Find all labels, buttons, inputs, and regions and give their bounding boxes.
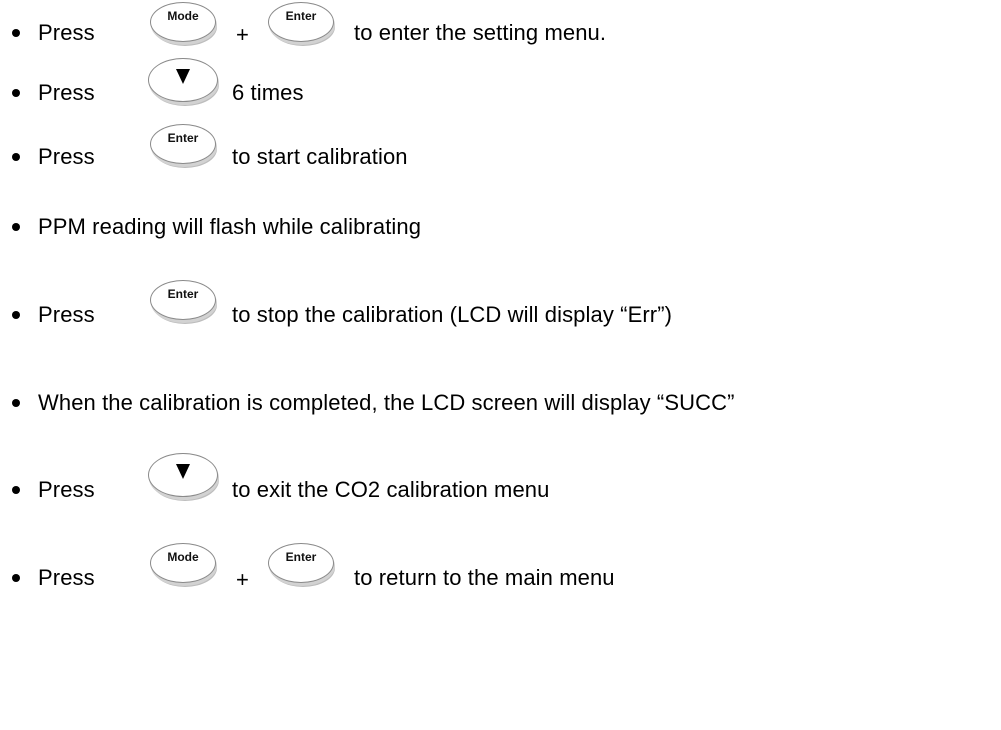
step-exit-co2-menu: Press to exit the CO2 calibration menu xyxy=(0,453,1001,517)
enter-key-label: Enter xyxy=(285,9,317,23)
step-press-down: Press 6 times xyxy=(0,58,1001,120)
down-triangle-icon xyxy=(176,69,190,84)
bullet xyxy=(12,311,20,319)
mode-key-label: Mode xyxy=(167,550,199,564)
bullet xyxy=(12,223,20,231)
step-start-calibration: Press Enter to start calibration xyxy=(0,124,1001,184)
step-text-after: to enter the setting menu. xyxy=(354,20,607,45)
plus-sign: + xyxy=(236,22,249,47)
step-text-before: Press xyxy=(38,565,95,590)
enter-key-icon: Enter xyxy=(150,280,216,320)
step-text-before: Press xyxy=(38,477,95,502)
down-arrow-key-icon xyxy=(148,453,218,497)
bullet xyxy=(12,29,20,37)
step-text: PPM reading will flash while calibrating xyxy=(38,214,422,239)
step-text-before: Press xyxy=(38,80,95,105)
step-ppm-flash: PPM reading will flash while calibrating xyxy=(0,194,1001,254)
bullet xyxy=(12,486,20,494)
down-triangle-icon xyxy=(176,464,190,479)
step-return-main-menu: Press Mode + Enter to return to the main… xyxy=(0,543,1001,605)
mode-key-icon: Mode xyxy=(150,543,216,583)
bullet xyxy=(12,89,20,97)
step-text-after: to start calibration xyxy=(232,144,408,169)
enter-key-label: Enter xyxy=(167,287,199,301)
step-text-before: Press xyxy=(38,302,95,327)
step-text-after: to stop the calibration (LCD will displa… xyxy=(232,302,673,327)
step-text: When the calibration is completed, the L… xyxy=(38,390,735,415)
bullet xyxy=(12,153,20,161)
mode-key-icon: Mode xyxy=(150,2,216,42)
step-stop-calibration: Press Enter to stop the calibration (LCD… xyxy=(0,280,1001,342)
step-enter-settings: Press Mode + Enter to enter the setting … xyxy=(0,0,1001,60)
enter-key-label: Enter xyxy=(285,550,317,564)
step-calibration-complete: When the calibration is completed, the L… xyxy=(0,370,1001,430)
plus-sign: + xyxy=(236,567,249,592)
bullet xyxy=(12,574,20,582)
step-text-before: Press xyxy=(38,20,95,45)
step-text-before: Press xyxy=(38,144,95,169)
bullet xyxy=(12,399,20,407)
down-arrow-key-icon xyxy=(148,58,218,102)
enter-key-icon: Enter xyxy=(150,124,216,164)
enter-key-icon: Enter xyxy=(268,543,334,583)
step-text-after: to exit the CO2 calibration menu xyxy=(232,477,550,502)
enter-key-icon: Enter xyxy=(268,2,334,42)
step-text-after: to return to the main menu xyxy=(354,565,615,590)
mode-key-label: Mode xyxy=(167,9,199,23)
step-text-after: 6 times xyxy=(232,80,304,105)
enter-key-label: Enter xyxy=(167,131,199,145)
